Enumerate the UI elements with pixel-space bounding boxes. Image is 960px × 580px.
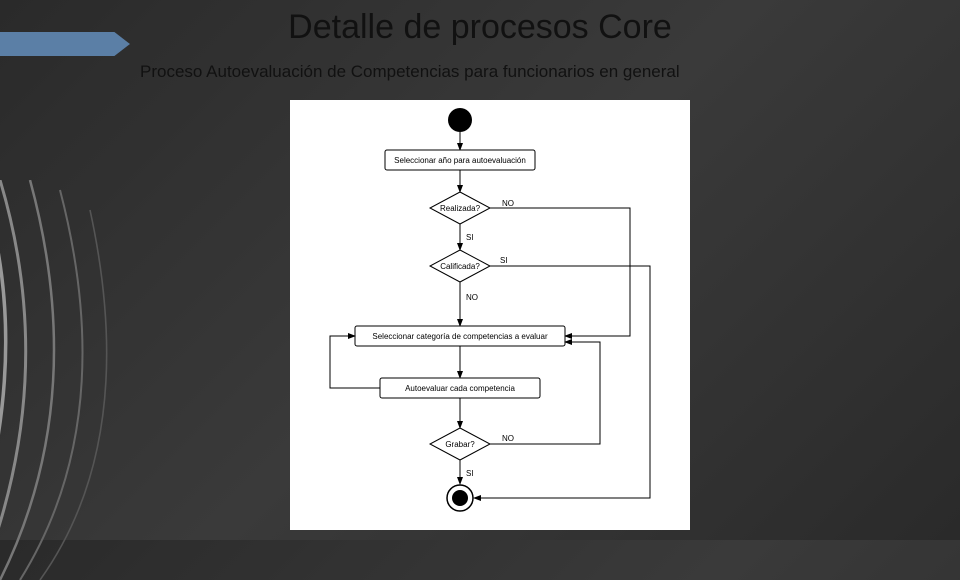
decision-realizada-no: NO xyxy=(502,199,514,208)
decision-calificada-yes: SI xyxy=(500,256,508,265)
process-autoevaluate-label: Autoevaluar cada competencia xyxy=(405,384,515,393)
decision-grabar-label: Grabar? xyxy=(445,440,475,449)
decision-realizada-yes: SI xyxy=(466,233,474,242)
decision-calificada-no: NO xyxy=(466,293,478,302)
process-select-category-label: Seleccionar categoría de competencias a … xyxy=(372,332,548,341)
slide-subtitle: Proceso Autoevaluación de Competencias p… xyxy=(140,62,680,82)
decision-realizada-label: Realizada? xyxy=(440,204,481,213)
decision-calificada-label: Calificada? xyxy=(440,262,480,271)
process-select-year-label: Seleccionar año para autoevaluación xyxy=(394,156,526,165)
decorative-curves xyxy=(0,180,240,580)
end-node-inner xyxy=(452,490,468,506)
title-container: Detalle de procesos Core xyxy=(0,8,960,47)
flowchart-diagram: Seleccionar año para autoevaluación Real… xyxy=(290,100,690,530)
decision-grabar-no: NO xyxy=(502,434,514,443)
slide-title: Detalle de procesos Core xyxy=(288,8,672,47)
decision-grabar-yes: SI xyxy=(466,469,474,478)
start-node xyxy=(448,108,472,132)
